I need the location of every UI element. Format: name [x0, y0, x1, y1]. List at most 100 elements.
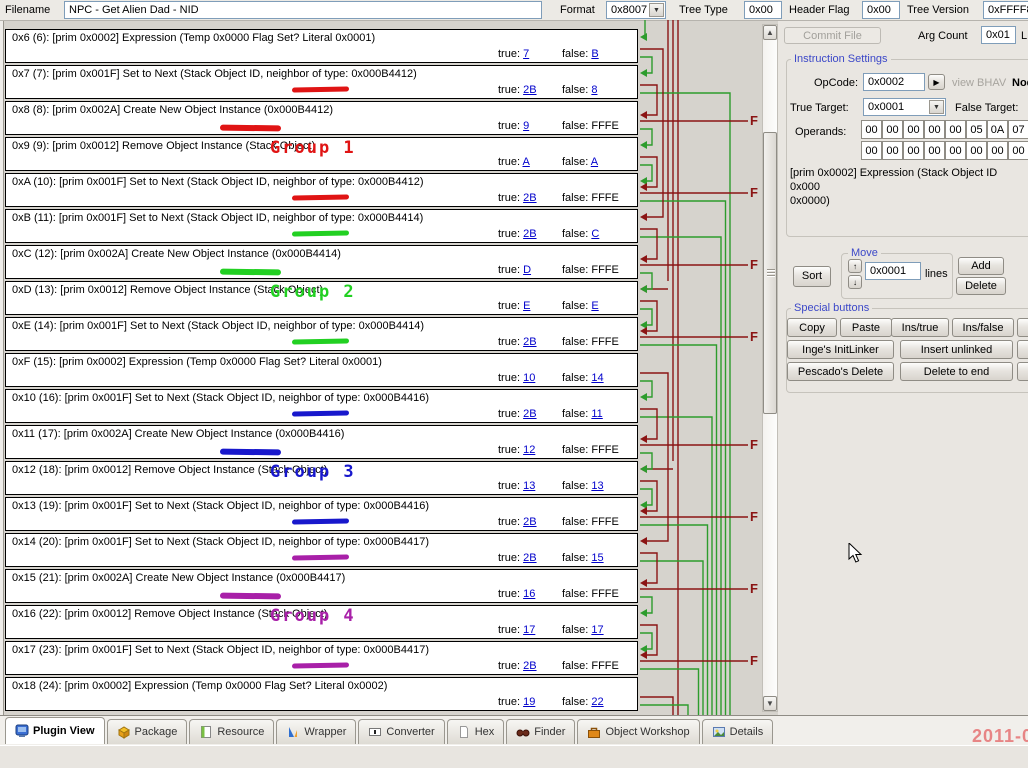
- add-button[interactable]: Add: [958, 257, 1004, 275]
- tree-version-input[interactable]: 0xFFFF800A: [983, 1, 1028, 19]
- operand-byte-cell[interactable]: 00: [861, 120, 882, 139]
- target-link[interactable]: 11: [591, 408, 602, 420]
- operand-byte-cell[interactable]: 07: [1008, 120, 1028, 139]
- format-combobox[interactable]: 0x8007 ▼: [606, 1, 666, 19]
- sort-button[interactable]: Sort: [793, 266, 831, 287]
- target-link[interactable]: 15: [591, 552, 603, 564]
- operand-byte-cell[interactable]: 05: [966, 120, 987, 139]
- scroll-up-button[interactable]: ▲: [763, 25, 777, 40]
- operand-byte-cell[interactable]: 00: [924, 141, 945, 160]
- operand-byte-cell[interactable]: 00: [1008, 141, 1028, 160]
- special-button-clipped[interactable]: [1017, 362, 1028, 381]
- instruction-row[interactable]: 0xE (14): [prim 0x001F] Set to Next (Sta…: [5, 317, 638, 351]
- instruction-row[interactable]: 0xB (11): [prim 0x001F] Set to Next (Sta…: [5, 209, 638, 243]
- target-link[interactable]: 8: [591, 84, 597, 96]
- target-link[interactable]: A: [522, 156, 529, 168]
- target-link[interactable]: B: [591, 48, 598, 60]
- instruction-row[interactable]: 0xC (12): [prim 0x002A] Create New Objec…: [5, 245, 638, 279]
- target-link[interactable]: 12: [523, 444, 535, 456]
- instruction-row[interactable]: 0x10 (16): [prim 0x001F] Set to Next (St…: [5, 389, 638, 423]
- tab-converter[interactable]: Converter: [358, 719, 444, 744]
- instruction-row[interactable]: 0x9 (9): [prim 0x0012] Remove Object Ins…: [5, 137, 638, 171]
- tab-hex[interactable]: Hex: [447, 719, 505, 744]
- arg-count-input[interactable]: 0x01: [981, 26, 1016, 44]
- instruction-row[interactable]: 0xA (10): [prim 0x001F] Set to Next (Sta…: [5, 173, 638, 207]
- target-link[interactable]: 10: [523, 372, 535, 384]
- instruction-row[interactable]: 0x6 (6): [prim 0x0002] Expression (Temp …: [5, 29, 638, 63]
- special-button-ins-false[interactable]: Ins/false: [952, 318, 1014, 337]
- tab-finder[interactable]: Finder: [506, 719, 575, 744]
- instruction-row[interactable]: 0x14 (20): [prim 0x001F] Set to Next (St…: [5, 533, 638, 567]
- operand-byte-cell[interactable]: 00: [924, 120, 945, 139]
- tab-object-workshop[interactable]: Object Workshop: [577, 719, 699, 744]
- view-bhav-link[interactable]: view BHAV: [952, 77, 1006, 89]
- commit-file-button[interactable]: Commit File: [784, 27, 881, 44]
- operand-byte-cell[interactable]: 00: [861, 141, 882, 160]
- tab-package[interactable]: Package: [107, 719, 188, 744]
- move-down-button[interactable]: ↓: [848, 275, 862, 289]
- instruction-row[interactable]: 0x8 (8): [prim 0x002A] Create New Object…: [5, 101, 638, 135]
- instruction-row[interactable]: 0x7 (7): [prim 0x001F] Set to Next (Stac…: [5, 65, 638, 99]
- target-link[interactable]: 2B: [523, 192, 536, 204]
- target-link[interactable]: D: [523, 264, 531, 276]
- opcode-input[interactable]: 0x0002: [863, 73, 925, 91]
- target-link[interactable]: E: [523, 300, 530, 312]
- filename-input[interactable]: NPC - Get Alien Dad - NID: [64, 1, 542, 19]
- scroll-down-button[interactable]: ▼: [763, 696, 777, 711]
- move-lines-input[interactable]: 0x0001: [865, 262, 921, 280]
- tab-details[interactable]: Details: [702, 719, 774, 744]
- operand-byte-cell[interactable]: 00: [882, 141, 903, 160]
- special-button-inge-s-initlinker[interactable]: Inge's InitLinker: [787, 340, 894, 359]
- tab-resource[interactable]: Resource: [189, 719, 274, 744]
- operand-byte-cell[interactable]: 00: [903, 120, 924, 139]
- target-link[interactable]: 9: [523, 120, 529, 132]
- instruction-row[interactable]: 0x11 (17): [prim 0x002A] Create New Obje…: [5, 425, 638, 459]
- tree-type-input[interactable]: 0x00: [744, 1, 782, 19]
- move-up-button[interactable]: ↑: [848, 259, 862, 273]
- instruction-list-scrollbar[interactable]: ▲ ▼: [762, 24, 778, 712]
- target-link[interactable]: 17: [523, 624, 535, 636]
- instruction-row[interactable]: 0x16 (22): [prim 0x0012] Remove Object I…: [5, 605, 638, 639]
- target-link[interactable]: 2B: [523, 552, 536, 564]
- scrollbar-thumb[interactable]: [763, 132, 777, 414]
- target-link[interactable]: 19: [523, 696, 535, 708]
- tab-plugin-view[interactable]: Plugin View: [5, 717, 105, 744]
- special-button-ins-true[interactable]: Ins/true: [891, 318, 949, 337]
- special-button-copy[interactable]: Copy: [787, 318, 837, 337]
- instruction-row[interactable]: 0xF (15): [prim 0x0002] Expression (Temp…: [5, 353, 638, 387]
- target-link[interactable]: 7: [523, 48, 529, 60]
- instruction-row[interactable]: 0x18 (24): [prim 0x0002] Expression (Tem…: [5, 677, 638, 711]
- operand-byte-cell[interactable]: 00: [966, 141, 987, 160]
- left-splitter[interactable]: [0, 21, 4, 715]
- operand-byte-cell[interactable]: 00: [882, 120, 903, 139]
- target-link[interactable]: 16: [523, 588, 535, 600]
- special-button-insert-unlinked[interactable]: Insert unlinked: [900, 340, 1013, 359]
- special-button-clipped[interactable]: [1017, 340, 1028, 359]
- instruction-row[interactable]: 0x17 (23): [prim 0x001F] Set to Next (St…: [5, 641, 638, 675]
- instruction-row[interactable]: 0x13 (19): [prim 0x001F] Set to Next (St…: [5, 497, 638, 531]
- target-link[interactable]: 2B: [523, 660, 536, 672]
- opcode-browse-button[interactable]: ▶: [928, 74, 945, 90]
- tab-wrapper[interactable]: Wrapper: [276, 719, 356, 744]
- instruction-row[interactable]: 0x15 (21): [prim 0x002A] Create New Obje…: [5, 569, 638, 603]
- target-link[interactable]: 22: [591, 696, 603, 708]
- target-link[interactable]: 2B: [523, 84, 536, 96]
- instruction-row[interactable]: 0xD (13): [prim 0x0012] Remove Object In…: [5, 281, 638, 315]
- special-button-delete-to-end[interactable]: Delete to end: [900, 362, 1013, 381]
- special-button-pescado-s-delete[interactable]: Pescado's Delete: [787, 362, 894, 381]
- target-link[interactable]: 13: [591, 480, 603, 492]
- operand-byte-cell[interactable]: 00: [987, 141, 1008, 160]
- target-link[interactable]: 14: [591, 372, 603, 384]
- chevron-down-icon[interactable]: ▼: [929, 100, 944, 114]
- operand-byte-cell[interactable]: 00: [945, 141, 966, 160]
- target-link[interactable]: 13: [523, 480, 535, 492]
- operand-byte-cell[interactable]: 00: [903, 141, 924, 160]
- target-link[interactable]: 2B: [523, 228, 536, 240]
- operand-byte-cell[interactable]: 0A: [987, 120, 1008, 139]
- target-link[interactable]: C: [591, 228, 599, 240]
- special-button-paste[interactable]: Paste: [840, 318, 892, 337]
- target-link[interactable]: 2B: [523, 516, 536, 528]
- operand-byte-cell[interactable]: 00: [945, 120, 966, 139]
- target-link[interactable]: 2B: [523, 336, 536, 348]
- special-button-clipped[interactable]: [1017, 318, 1028, 337]
